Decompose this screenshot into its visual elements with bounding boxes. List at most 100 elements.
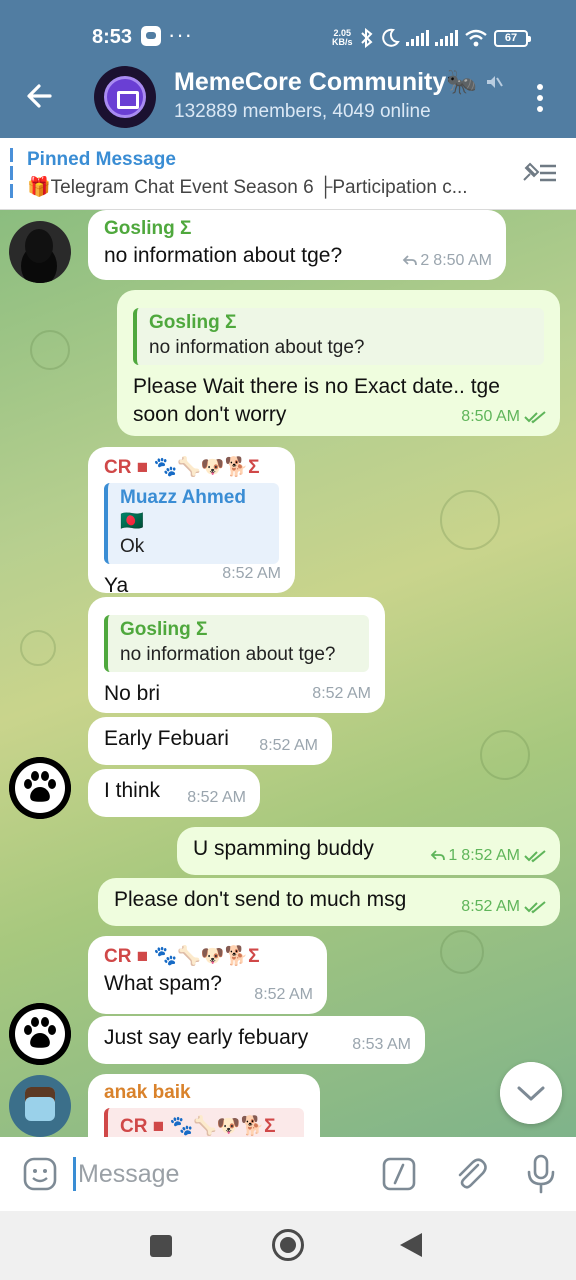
pinned-text: 🎁Telegram Chat Event Season 6 ├Participa… (27, 177, 468, 198)
reply-count-value: 2 (420, 252, 430, 269)
reply-count-value: 1 (448, 847, 458, 864)
quote-name: Gosling Σ (120, 619, 208, 640)
battery-indicator: 67 (494, 29, 531, 47)
sender-name[interactable]: CR ■ 🐾🦴🐶🐕Σ (104, 455, 279, 479)
message-meta: 8:52 AM (312, 685, 371, 703)
outgoing-message[interactable]: Please don't send to much msg 8:52 AM (98, 878, 560, 926)
message-meta: 8:52 AM (461, 898, 546, 916)
home-button[interactable] (272, 1229, 304, 1261)
incoming-message[interactable]: Gosling Σ no information about tge? No b… (88, 597, 385, 713)
pin-list-icon[interactable] (520, 158, 558, 188)
chat-header: MemeCore Community🐜 132889 members, 4049… (0, 60, 576, 138)
wallpaper-doodle (440, 490, 500, 550)
group-avatar[interactable] (94, 66, 156, 128)
quote-text: Ok (120, 536, 145, 557)
pinned-title: Pinned Message (27, 149, 176, 170)
member-count: 132889 members, 4049 online (174, 101, 431, 122)
quote-name: CR ■ 🐾🦴🐶🐕Σ (120, 1116, 276, 1137)
sticker-icon[interactable] (22, 1156, 58, 1192)
pinned-indicator (10, 148, 13, 200)
sender-name[interactable]: CR ■ 🐾🦴🐶🐕Σ (104, 944, 311, 968)
double-check-icon (524, 411, 546, 424)
reply-count[interactable]: 2 (402, 252, 429, 270)
message-time: 8:52 AM (254, 986, 313, 1003)
message-meta: 8:52 AM (259, 737, 318, 755)
incoming-message[interactable]: Just say early febuary 8:53 AM (88, 1016, 425, 1064)
command-icon[interactable] (382, 1157, 416, 1191)
incoming-message[interactable]: CR ■ 🐾🦴🐶🐕Σ What spam? 8:52 AM (88, 936, 327, 1014)
more-vert-icon[interactable] (528, 80, 552, 116)
back-arrow-icon[interactable] (22, 78, 58, 114)
reply-quote[interactable]: Gosling Σ no information about tge? (104, 615, 369, 672)
message-meta: 2 8:50 AM (402, 252, 492, 270)
sender-name[interactable]: Gosling Σ (104, 218, 490, 240)
quote-name: Gosling Σ (149, 312, 237, 333)
incoming-message[interactable]: Gosling Σ no information about tge? 2 8:… (88, 210, 506, 280)
message-time: 8:50 AM (461, 408, 520, 425)
message-meta: 8:50 AM (461, 408, 546, 426)
reply-icon (403, 255, 418, 266)
message-input[interactable] (78, 1155, 368, 1193)
system-icons: 67 (360, 26, 531, 50)
quote-text: no information about tge? (149, 337, 365, 358)
pinned-message-bar[interactable]: Pinned Message 🎁Telegram Chat Event Seas… (0, 138, 576, 210)
avatar[interactable] (9, 221, 71, 283)
message-time: 8:52 AM (312, 685, 371, 702)
double-check-icon (524, 901, 546, 914)
signal-1-icon (406, 30, 429, 46)
outgoing-message[interactable]: U spamming buddy 1 8:52 AM (177, 827, 560, 875)
reply-icon (431, 850, 446, 861)
wifi-icon (465, 29, 487, 47)
message-time: 8:52 AM (461, 898, 520, 915)
wallpaper-doodle (440, 930, 484, 974)
message-input-bar (0, 1137, 576, 1211)
message-meta: 1 8:52 AM (430, 847, 546, 865)
more-notifications-indicator: ··· (168, 22, 193, 47)
message-meta: 8:52 AM (222, 565, 281, 583)
message-meta: 8:52 AM (187, 789, 246, 807)
message-meta: 8:53 AM (352, 1036, 411, 1054)
quote-name: Muazz Ahmed🇧🇩 (120, 487, 246, 532)
mute-icon (487, 76, 503, 88)
network-speed-unit: KB/s (332, 37, 353, 47)
reply-quote[interactable]: Muazz Ahmed🇧🇩 Ok (104, 483, 279, 564)
wallpaper-doodle (480, 730, 530, 780)
incoming-message[interactable]: CR ■ 🐾🦴🐶🐕Σ Muazz Ahmed🇧🇩 Ok Ya 8:52 AM (88, 447, 295, 597)
message-time: 8:50 AM (433, 252, 492, 269)
mic-icon[interactable] (522, 1153, 560, 1195)
avatar[interactable] (9, 757, 71, 819)
message-time: 8:53 AM (352, 1036, 411, 1053)
outgoing-message[interactable]: Gosling Σ no information about tge? Plea… (117, 290, 560, 436)
scroll-down-button[interactable] (500, 1062, 562, 1124)
quote-text: no information about tge? (120, 644, 336, 665)
message-meta: 8:52 AM (254, 986, 313, 1004)
attach-icon[interactable] (452, 1155, 490, 1193)
incoming-message[interactable]: Early Febuari 8:52 AM (88, 717, 332, 765)
status-time: 8:53 (92, 26, 133, 48)
incoming-message[interactable]: I think 8:52 AM (88, 769, 260, 817)
chat-area[interactable]: Gosling Σ no information about tge? 2 8:… (0, 210, 576, 1137)
signal-2-icon (435, 30, 458, 46)
system-navigation-bar (0, 1211, 576, 1280)
chat-title[interactable]: MemeCore Community🐜 (174, 68, 477, 97)
status-bar: 8:53 ··· 2.05 KB/s 67 (0, 0, 576, 60)
messenger-notification-icon (141, 26, 161, 46)
wallpaper-doodle (30, 330, 70, 370)
message-time: 8:52 AM (222, 565, 281, 582)
recents-button[interactable] (150, 1235, 172, 1257)
bluetooth-icon (361, 28, 373, 48)
incoming-message[interactable]: anak baik CR ■ 🐾🦴🐶🐕Σ (88, 1074, 320, 1137)
reply-quote[interactable]: Gosling Σ no information about tge? (133, 308, 544, 365)
sender-name[interactable]: anak baik (104, 1082, 304, 1104)
avatar[interactable] (9, 1075, 71, 1137)
message-time: 8:52 AM (187, 789, 246, 806)
text-cursor (73, 1157, 76, 1191)
wallpaper-doodle (20, 630, 56, 666)
avatar[interactable] (9, 1003, 71, 1065)
reply-count[interactable]: 1 (430, 847, 457, 865)
network-speed: 2.05 KB/s (332, 29, 353, 47)
back-button[interactable] (400, 1233, 422, 1257)
do-not-disturb-moon-icon (382, 28, 400, 47)
reply-quote[interactable]: CR ■ 🐾🦴🐶🐕Σ (104, 1108, 304, 1137)
double-check-icon (524, 850, 546, 863)
